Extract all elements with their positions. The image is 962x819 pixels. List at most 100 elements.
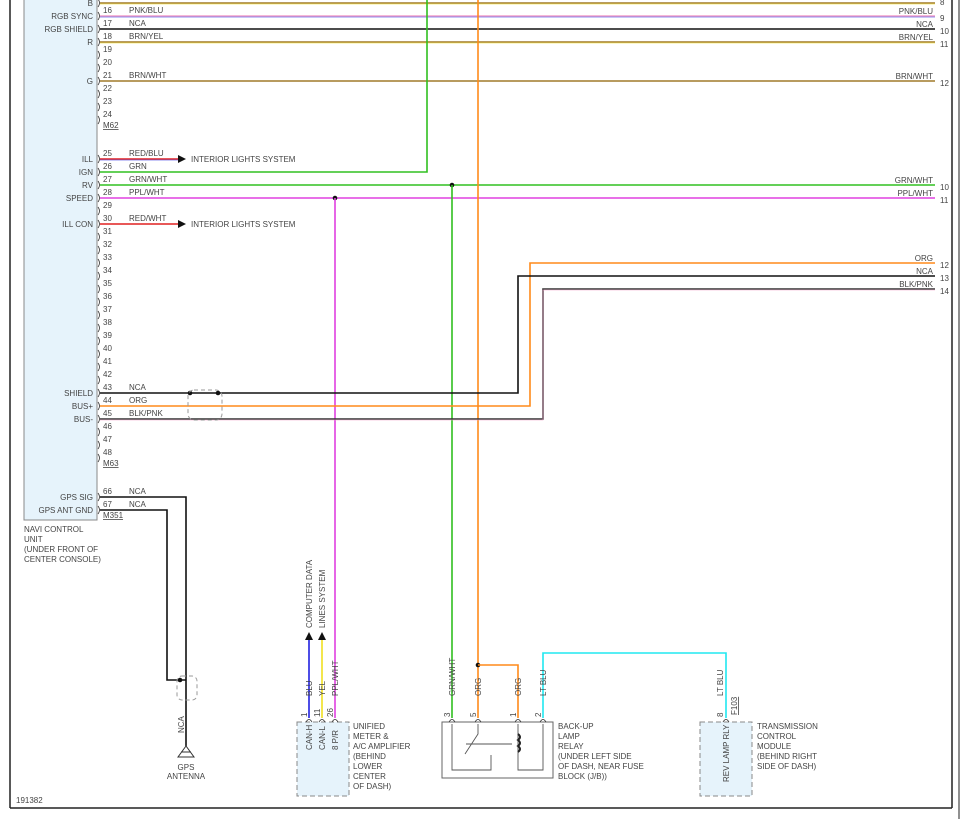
connector-id: M63 [103,459,119,468]
right-wire-color-label: BLK/PNK [899,280,933,289]
right-connector-pin-number: 8 [940,0,945,7]
pin-number: 39 [103,331,112,340]
pin-terminal-icon [97,427,100,437]
pin-number: 1 [509,712,518,717]
pin-terminal-icon [97,388,100,398]
wire-color-label: GRN [129,162,147,171]
right-connector-pin-number: 10 [940,183,949,192]
right-connector-pin-number: 9 [940,14,945,23]
wire-color-label: BLU [305,680,314,696]
wire-43 [100,275,935,394]
right-wire-color-label: NCA [916,267,934,276]
pin-terminal-icon [97,232,100,242]
pin-terminal-icon [97,154,100,164]
pin-terminal-icon [97,193,100,203]
pin-number: 41 [103,357,112,366]
arrow-up-icon [305,632,313,640]
pin-terminal-icon [97,362,100,372]
pin-function-label: CAN-L [318,725,327,750]
pin-number: 29 [103,201,112,210]
right-wire-color-label: BRN/YEL [899,33,934,42]
wire-color-label: NCA [129,500,147,509]
relay-name: (UNDER LEFT SIDE [558,752,632,761]
pin-number: 26 [326,708,335,717]
pin-function-label: B [88,0,93,8]
pin-number: 20 [103,58,112,67]
amplifier-name: OF DASH) [353,782,392,791]
navi-unit-name: UNIT [24,535,43,544]
pin-number: 22 [103,84,112,93]
wire-color-label: YEL [318,680,327,696]
right-connector-pin-number: 14 [940,287,949,296]
pin-number: 44 [103,396,112,405]
pin-function-label: ILL CON [62,220,93,229]
pin-number: 31 [103,227,112,236]
amplifier-name: UNIFIED [353,722,385,731]
wire-color-label: PPL/WHT [129,188,165,197]
splice-dot [215,390,221,396]
pin-number: 21 [103,71,112,80]
connector-id: F103 [730,696,739,715]
pin-number: 42 [103,370,112,379]
pin-number: 11 [313,708,322,717]
pin-function-label: BUS+ [72,402,93,411]
tcm-name: MODULE [757,742,791,751]
pin-terminal-icon [97,505,100,515]
navi-unit-name: NAVI CONTROL [24,525,84,534]
pin-function-label: RGB SYNC [51,12,93,21]
pin-number: 19 [103,45,112,54]
pin-terminal-icon [97,284,100,294]
wire-color-label: GRN/WHT [448,658,457,696]
pin-terminal-icon [97,336,100,346]
navi-unit-name: (UNDER FRONT OF [24,545,98,554]
wire-color-label: RED/BLU [129,149,164,158]
pin-terminal-icon [97,219,100,229]
pin-function-label: IGN [79,168,93,177]
pin-number: 17 [103,19,112,28]
pin-number: 8 [716,712,725,717]
right-connector-pin-number: 12 [940,79,949,88]
pin-number: 35 [103,279,112,288]
pin-terminal-icon [97,440,100,450]
wire-color-label: BRN/WHT [129,71,166,80]
pin-number: 26 [103,162,112,171]
tcm-name: (BEHIND RIGHT [757,752,817,761]
pin-number: 67 [103,500,112,509]
pin-number: 1 [300,712,309,717]
tcm-name: CONTROL [757,732,797,741]
pin-terminal-icon [97,24,100,34]
diagram-id: 191382 [16,796,43,805]
pin-number: 24 [103,110,112,119]
pin-number: 30 [103,214,112,223]
pin-terminal-icon [97,0,100,8]
arrow-up-icon [318,632,326,640]
right-wire-color-label: GRN/WHT [895,176,933,185]
pin-terminal-icon [97,76,100,86]
pin-terminal-icon [97,245,100,255]
pin-terminal-icon [97,310,100,320]
right-connector-pin-number: 10 [940,27,949,36]
pin-function-label: SPEED [66,194,93,203]
pin-terminal-icon [97,167,100,177]
relay-name: BACK-UP [558,722,594,731]
pin-number: 36 [103,292,112,301]
pin-terminal-icon [97,63,100,73]
pin-number: 32 [103,240,112,249]
wire-relay-1 [478,664,519,718]
amplifier-name: A/C AMPLIFIER [353,742,411,751]
wire-color-label: PNK/BLU [129,6,163,15]
pin-number: 40 [103,344,112,353]
pin-number: 2 [534,712,543,717]
pin-terminal-icon [97,180,100,190]
destination-label: COMPUTER DATA [305,559,314,628]
wire-color-label: ORG [474,678,483,696]
pin-function-label: G [87,77,93,86]
tcm-name: SIDE OF DASH) [757,762,816,771]
amplifier-name: CENTER [353,772,386,781]
navi-unit-name: CENTER CONSOLE) [24,555,101,564]
wire-color-label: BLK/PNK [129,409,163,418]
pin-function-label: RV [82,181,94,190]
pin-function-label: SHIELD [64,389,93,398]
pin-number: 33 [103,253,112,262]
right-connector-pin-number: 13 [940,274,949,283]
